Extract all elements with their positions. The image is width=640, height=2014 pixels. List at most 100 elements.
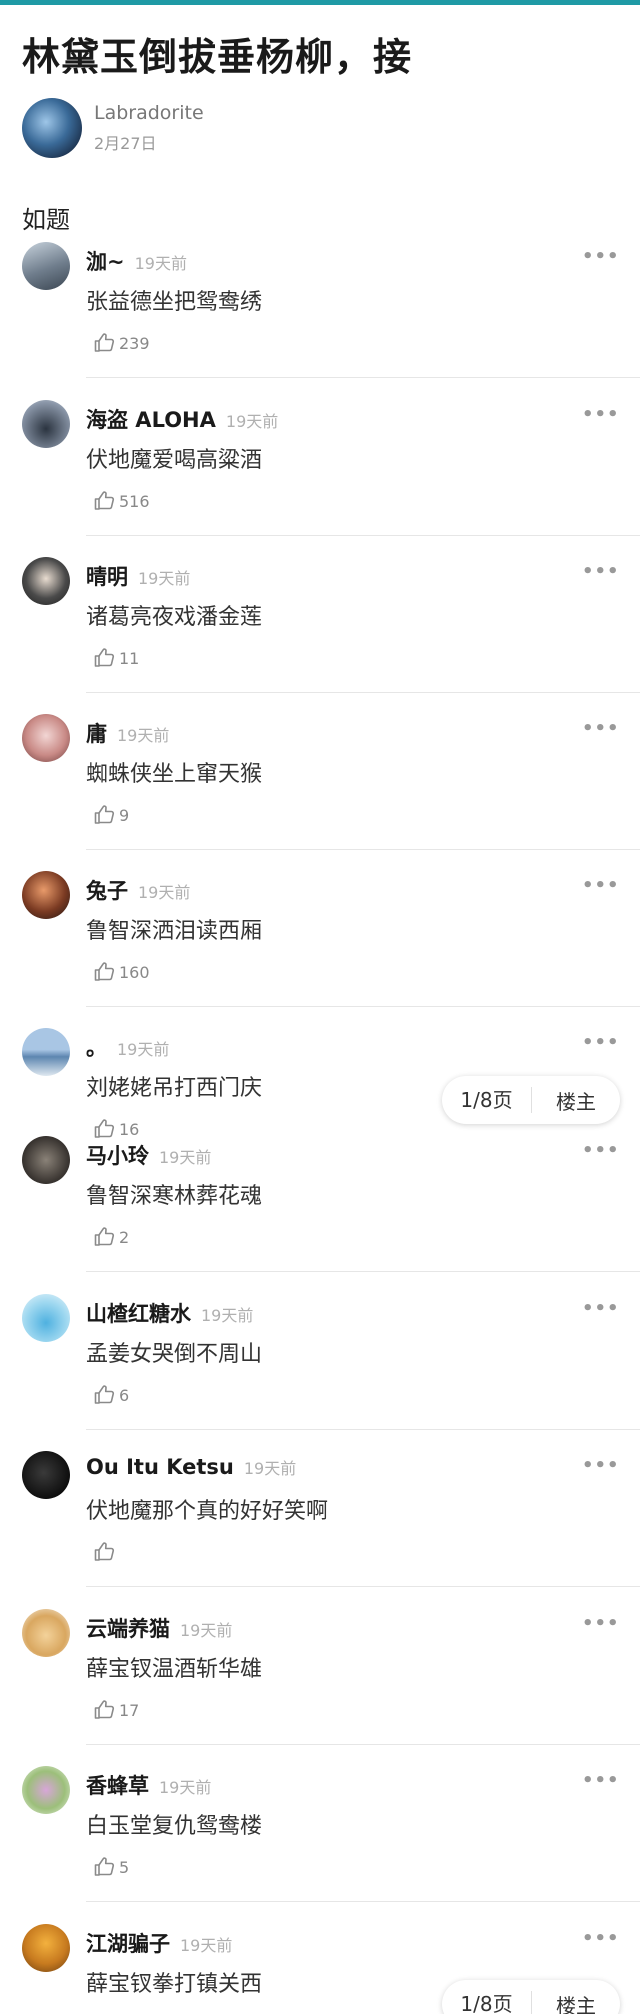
more-options-icon[interactable]: ••• (582, 1455, 620, 1476)
comment-text: 刘姥姥吊打西门庆 (86, 1076, 263, 1101)
more-options-icon[interactable]: ••• (582, 404, 620, 425)
commenter-name[interactable]: 兔子 19天前 (86, 875, 190, 905)
thumbs-up-icon[interactable] (92, 803, 116, 827)
like-button[interactable]: 17 (92, 1697, 139, 1723)
like-count: 239 (119, 333, 150, 353)
commenter-name-text[interactable]: 山楂红糖水 (86, 1302, 191, 1326)
commenter-name[interactable]: 海盗 ALOHA 19天前 (86, 404, 278, 434)
page-indicator-bottom[interactable]: 1/8页 楼主 (442, 1980, 620, 2014)
commenter-name[interactable]: 马小玲 19天前 (86, 1140, 211, 1170)
commenter-avatar[interactable] (22, 400, 70, 448)
commenter-name-text[interactable]: 庸 (86, 722, 107, 746)
commenter-name[interactable]: 江湖骗子 19天前 (86, 1928, 232, 1958)
thumbs-up-icon[interactable] (92, 331, 116, 355)
commenter-name[interactable]: Ou Itu Ketsu 19天前 (86, 1455, 296, 1479)
commenter-name-text[interactable]: 香蜂草 (86, 1774, 149, 1798)
like-button[interactable]: 5 (92, 1854, 129, 1880)
top-accent-bar (0, 0, 640, 5)
like-count: 11 (119, 648, 140, 668)
like-count: 5 (119, 1857, 130, 1877)
thumbs-up-icon[interactable] (92, 1540, 116, 1564)
owner-only-button[interactable]: 楼主 (532, 1990, 620, 2014)
commenter-name-text[interactable]: 江湖骗子 (86, 1932, 170, 1956)
like-button[interactable]: 6 (92, 1382, 129, 1408)
comment-time: 19天前 (180, 1621, 233, 1640)
commenter-name[interactable]: 庸 19天前 (86, 718, 169, 748)
commenter-avatar[interactable] (22, 871, 70, 919)
commenter-name-text[interactable]: 泇~ (86, 250, 125, 274)
like-button[interactable] (92, 1539, 119, 1565)
commenter-name-text[interactable]: Ou Itu Ketsu (86, 1455, 234, 1479)
commenter-name-text[interactable]: 马小玲 (86, 1144, 149, 1168)
more-options-icon[interactable]: ••• (582, 561, 620, 582)
comment-divider (86, 377, 640, 378)
commenter-name[interactable]: 山楂红糖水 19天前 (86, 1298, 253, 1328)
thumbs-up-icon[interactable] (92, 1855, 116, 1879)
more-options-icon[interactable]: ••• (582, 1770, 620, 1791)
thumbs-up-icon[interactable] (92, 1117, 116, 1141)
commenter-name[interactable]: 晴明 19天前 (86, 561, 190, 591)
comment-text: 鲁智深寒林葬花魂 (86, 1184, 263, 1209)
commenter-avatar[interactable] (22, 1136, 70, 1184)
like-count: 16 (119, 1119, 140, 1139)
commenter-name-text[interactable]: 晴明 (86, 565, 128, 589)
like-button[interactable]: 160 (92, 959, 150, 985)
commenter-name[interactable]: 。 19天前 (86, 1032, 169, 1062)
comment-time: 19天前 (180, 1936, 233, 1955)
comment-time: 19天前 (134, 254, 187, 273)
like-button[interactable]: 9 (92, 802, 129, 828)
commenter-avatar[interactable] (22, 714, 70, 762)
more-options-icon[interactable]: ••• (582, 1298, 620, 1319)
thumbs-up-icon[interactable] (92, 489, 116, 513)
author-avatar[interactable] (22, 98, 82, 158)
page-number[interactable]: 1/8页 (442, 1991, 532, 2014)
thumbs-up-icon[interactable] (92, 1225, 116, 1249)
comment-text: 伏地魔爱喝高粱酒 (86, 448, 263, 473)
commenter-name-text[interactable]: 云端养猫 (86, 1617, 170, 1641)
more-options-icon[interactable]: ••• (582, 718, 620, 739)
more-options-icon[interactable]: ••• (582, 875, 620, 896)
commenter-avatar[interactable] (22, 1451, 70, 1499)
like-button[interactable]: 239 (92, 330, 150, 356)
more-options-icon[interactable]: ••• (582, 1140, 620, 1161)
like-count: 2 (119, 1227, 130, 1247)
commenter-avatar[interactable] (22, 557, 70, 605)
page-number[interactable]: 1/8页 (442, 1087, 532, 1113)
thumbs-up-icon[interactable] (92, 1698, 116, 1722)
commenter-name[interactable]: 香蜂草 19天前 (86, 1770, 211, 1800)
comment-text: 孟姜女哭倒不周山 (86, 1342, 263, 1367)
commenter-name[interactable]: 云端养猫 19天前 (86, 1613, 232, 1643)
like-button[interactable]: 11 (92, 645, 139, 671)
more-options-icon[interactable]: ••• (582, 1928, 620, 1949)
comment-time: 19天前 (225, 412, 279, 431)
commenter-avatar[interactable] (22, 242, 70, 290)
commenter-avatar[interactable] (22, 1924, 70, 1972)
comment-divider (86, 535, 640, 536)
comment-divider (86, 1271, 640, 1272)
comment-time: 19天前 (138, 569, 191, 588)
like-count: 6 (119, 1385, 130, 1405)
comment-divider (86, 849, 640, 850)
more-options-icon[interactable]: ••• (582, 246, 620, 267)
page-indicator[interactable]: 1/8页 楼主 (442, 1076, 620, 1124)
author-name[interactable]: Labradorite (94, 102, 204, 124)
commenter-name-text[interactable]: 兔子 (86, 879, 128, 903)
commenter-name-text[interactable]: 。 (86, 1036, 107, 1060)
owner-only-button[interactable]: 楼主 (532, 1086, 620, 1115)
thumbs-up-icon[interactable] (92, 1383, 116, 1407)
comment-text: 伏地魔那个真的好好笑啊 (86, 1499, 329, 1524)
commenter-name-text[interactable]: 海盗 ALOHA (86, 408, 216, 432)
commenter-avatar[interactable] (22, 1609, 70, 1657)
thumbs-up-icon[interactable] (92, 646, 116, 670)
commenter-avatar[interactable] (22, 1766, 70, 1814)
comment-time: 19天前 (138, 883, 191, 902)
more-options-icon[interactable]: ••• (582, 1613, 620, 1634)
more-options-icon[interactable]: ••• (582, 1032, 620, 1053)
thumbs-up-icon[interactable] (92, 960, 116, 984)
like-button[interactable]: 2 (92, 1224, 129, 1250)
commenter-name[interactable]: 泇~ 19天前 (86, 246, 187, 276)
commenter-avatar[interactable] (22, 1294, 70, 1342)
commenter-avatar[interactable] (22, 1028, 70, 1076)
like-button[interactable]: 516 (92, 488, 150, 514)
like-button[interactable]: 16 (92, 1116, 139, 1142)
